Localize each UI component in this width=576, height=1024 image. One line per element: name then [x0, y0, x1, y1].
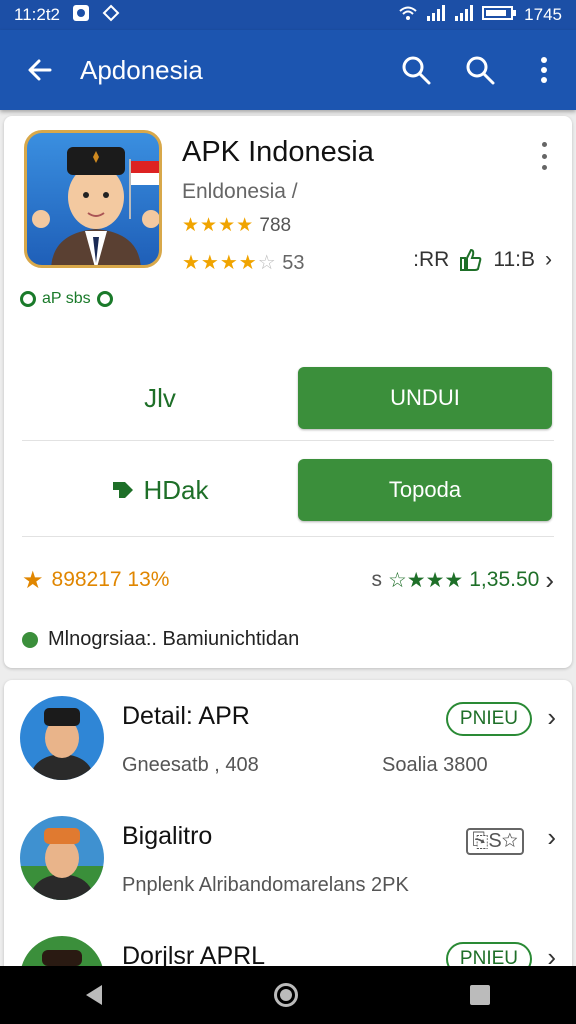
stats-row: ★ 898217 13% s ☆★★★ 1,35.50 › — [22, 564, 554, 596]
star-outline-icon: ☆★★★ — [387, 568, 464, 592]
stats-left: ★ 898217 13% — [22, 566, 169, 595]
more-vert-icon — [541, 57, 547, 83]
search-button-2[interactable] — [448, 30, 512, 110]
star-outline-icon: ☆ — [501, 830, 518, 852]
app-bar: Apdonesia — [0, 30, 576, 110]
arrow-left-icon — [28, 59, 52, 81]
rating-badge: ⎘S☆ — [466, 828, 524, 855]
chevron-right-icon: › — [545, 564, 554, 595]
chevron-right-icon: › — [547, 702, 556, 732]
search-icon — [402, 56, 431, 85]
star-icon: ★ — [22, 566, 44, 594]
clock-icon — [96, 291, 113, 307]
sync-icon — [102, 4, 120, 27]
list-item-title: Bigalitro — [122, 822, 213, 850]
tag-icon — [113, 482, 134, 498]
stats-right-prefix: s — [371, 568, 382, 591]
search-icon — [466, 56, 495, 85]
system-nav-bar — [0, 966, 576, 1024]
related-list-card: Detail: APR Gneesatb , 408 Soalia 3800 P… — [4, 680, 572, 980]
list-item[interactable]: Bigalitro Pnplenk Alribandomarelans 2PK … — [4, 800, 572, 910]
list-item[interactable]: Detail: APR Gneesatb , 408 Soalia 3800 P… — [4, 680, 572, 790]
back-button[interactable] — [0, 30, 80, 110]
verified-badge: aP sbs — [20, 290, 113, 308]
app-icon — [24, 130, 162, 268]
overflow-menu-button[interactable] — [512, 30, 576, 110]
status-pill[interactable]: PNIEU — [445, 702, 532, 736]
rating-row-2: ★★★★☆ 53 — [182, 250, 304, 275]
stats-right[interactable]: s ☆★★★ 1,35.50 › — [371, 565, 554, 596]
app-meta: :RR 11:B › — [413, 248, 552, 272]
nav-back-icon[interactable] — [86, 985, 102, 1005]
nav-recents-icon[interactable] — [470, 985, 490, 1005]
nav-home-icon[interactable] — [274, 983, 298, 1007]
list-item-title: Detail: APR — [122, 702, 250, 730]
chevron-right-icon: › — [547, 822, 556, 852]
thumbs-up-icon — [460, 248, 482, 271]
action-row-1: Jlv UNDUI — [22, 366, 554, 430]
star-rating-icon: ★★★★ — [182, 215, 255, 236]
status-time: 11:2t2 — [14, 5, 61, 24]
meta-left-value: :RR — [413, 248, 450, 271]
rating-count-1: 788 — [259, 215, 292, 236]
divider — [22, 440, 554, 441]
action-row-2-label[interactable]: HDak — [22, 475, 298, 506]
star-rating-icon-2: ★★★★☆ — [182, 252, 277, 274]
stats-left-value: 898217 13% — [51, 568, 170, 591]
notification-icon — [72, 4, 90, 27]
list-item-subtitle: Pnplenk Alribandomarelans 2PK — [122, 874, 409, 896]
stats-right-value: 1,35.50 — [469, 568, 540, 591]
info-note-text: Mlnogrsiaa:. Bamiunichtidan — [48, 628, 300, 650]
search-button[interactable] — [384, 30, 448, 110]
app-detail-card: APK Indonesia Enldonesia / ★★★★ 788 ★★★★… — [4, 116, 572, 668]
status-clock-right: 1745 — [524, 5, 562, 24]
info-dot-icon — [22, 631, 38, 648]
list-item-subtitle: Gneesatb , 408 — [122, 754, 259, 776]
download-button[interactable]: UNDUI — [298, 367, 552, 429]
action-row-2: HDak Topoda — [22, 458, 554, 522]
chevron-right-icon[interactable]: › — [545, 248, 552, 272]
rating-count-2: 53 — [282, 252, 305, 274]
avatar — [20, 816, 104, 900]
signal-icon-2 — [454, 4, 474, 26]
badge-icon: ⎘ — [472, 830, 489, 852]
info-note: Mlnogrsiaa:. Bamiunichtidan — [22, 628, 299, 651]
battery-icon — [482, 5, 517, 26]
card-menu-button[interactable] — [534, 142, 554, 170]
avatar — [20, 696, 104, 780]
signal-icon — [426, 4, 446, 26]
check-circle-icon — [20, 291, 36, 307]
wifi-icon — [398, 5, 418, 26]
action-row-1-label[interactable]: Jlv — [22, 383, 298, 414]
divider — [22, 536, 554, 537]
status-bar: 11:2t2 1745 — [0, 0, 576, 30]
rating-row-1: ★★★★ 788 — [182, 214, 291, 237]
app-bar-title: Apdonesia — [80, 54, 203, 85]
app-name: APK Indonesia — [182, 136, 374, 168]
list-item-subtitle-right: Soalia 3800 — [382, 754, 488, 776]
open-button[interactable]: Topoda — [298, 459, 552, 521]
meta-right-value: 11:B — [493, 248, 535, 271]
app-publisher[interactable]: Enldonesia / — [182, 180, 298, 204]
badge-text: aP sbs — [42, 290, 91, 307]
